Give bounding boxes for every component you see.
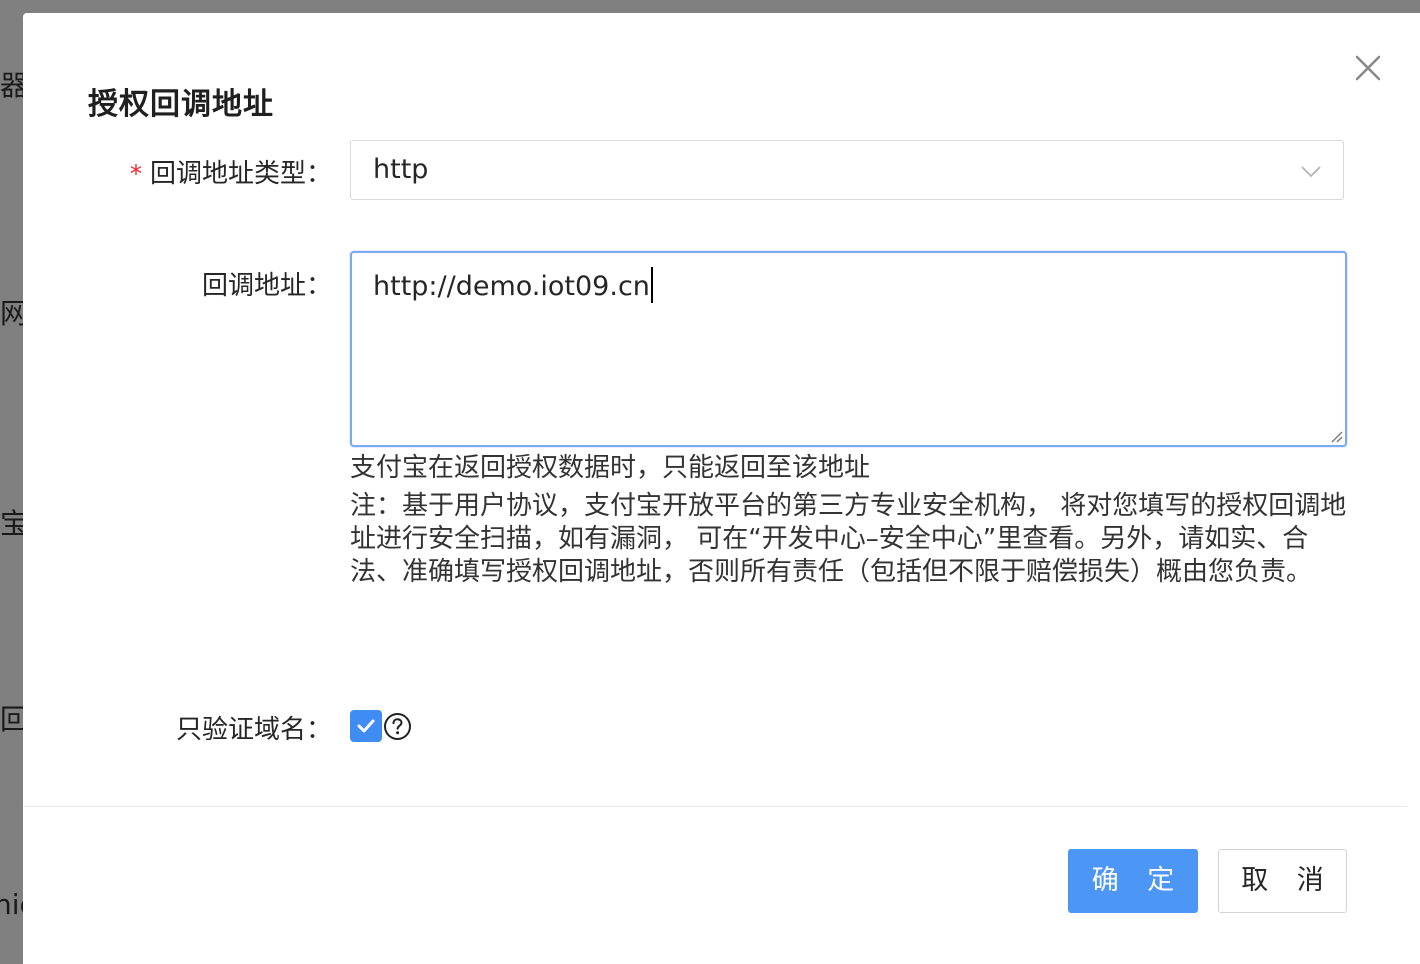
callback-url-dialog: 授权回调地址 * 回调地址类型： http 回调地址： http://demo.i… xyxy=(23,13,1420,964)
verify-domain-label: 只验证域名： xyxy=(175,715,332,745)
close-icon xyxy=(1355,55,1381,81)
background-text: nic xyxy=(0,888,24,921)
callback-type-value: http xyxy=(373,154,429,185)
chevron-down-icon xyxy=(1301,166,1321,178)
callback-url-input-area: http://demo.iot09.cn xyxy=(373,267,653,303)
check-icon xyxy=(357,719,375,733)
background-text: 回 xyxy=(0,703,24,736)
callback-type-select[interactable]: http xyxy=(350,140,1344,200)
question-circle-icon[interactable] xyxy=(383,712,412,741)
callback-url-value: http://demo.iot09.cn xyxy=(373,271,650,302)
background-text: 宝 xyxy=(0,507,24,540)
confirm-button[interactable]: 确 定 xyxy=(1068,849,1198,913)
background-text: 器 xyxy=(0,69,24,102)
background-text: 网 xyxy=(0,297,24,330)
required-mark: * xyxy=(129,160,142,188)
cancel-button[interactable]: 取 消 xyxy=(1218,849,1347,913)
callback-type-label: * 回调地址类型： xyxy=(130,153,332,190)
close-button[interactable] xyxy=(1348,48,1388,88)
callback-url-textarea[interactable]: http://demo.iot09.cn xyxy=(350,251,1347,447)
callback-url-help: 支付宝在返回授权数据时，只能返回至该地址 xyxy=(350,453,871,483)
callback-url-label: 回调地址： xyxy=(201,271,332,301)
text-cursor xyxy=(650,267,653,303)
dialog-title: 授权回调地址 xyxy=(88,87,274,122)
callback-type-label-text: 回调地址类型： xyxy=(149,159,332,189)
footer-divider xyxy=(23,806,1407,807)
resize-handle-icon[interactable] xyxy=(1329,429,1343,443)
security-note: 注：基于用户协议，支付宝开放平台的第三方专业安全机构， 将对您填写的授权回调地址… xyxy=(350,491,1347,587)
verify-domain-checkbox[interactable] xyxy=(350,710,382,742)
